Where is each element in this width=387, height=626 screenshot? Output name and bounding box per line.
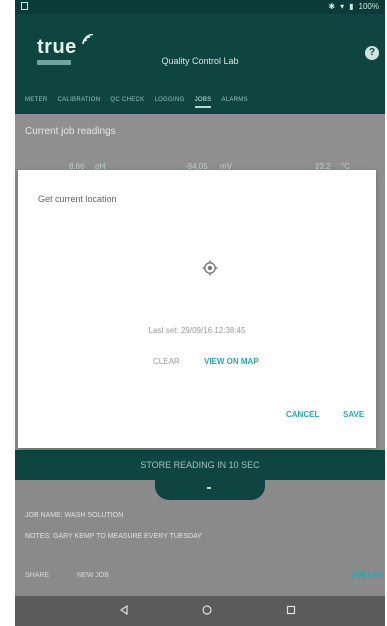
location-dialog: Get current location Last set: 29/09/16 … [18,170,376,448]
home-circle-icon[interactable] [202,605,212,615]
tab-alarms[interactable]: ALARMS [221,97,247,103]
cancel-button[interactable]: CANCEL [286,410,319,419]
dialog-title: Get current location [38,194,117,204]
back-triangle-icon[interactable] [119,605,129,615]
tab-logging[interactable]: LOGGING [154,97,184,103]
app-bar: true Quality Control Lab ? [15,14,385,86]
status-right: ✱ ▾ ▮ 100% [328,2,379,11]
share-button[interactable]: SHARE [25,572,49,579]
job-list-button[interactable]: JOB LIST [351,572,383,579]
last-set-timestamp: Last set: 29/09/16 12:38:45 [148,326,246,335]
new-job-button[interactable]: NEW JOB [77,572,109,579]
tab-bar: METER CALIBRATION QC CHECK LOGGING JOBS … [15,86,385,114]
section-title: Current job readings [25,126,116,137]
logo-waves-icon [82,34,94,45]
job-name: JOB NAME: WASH SOLUTION [25,512,124,519]
store-fab[interactable] [155,478,265,500]
help-icon[interactable]: ? [365,46,379,60]
tab-qc-check[interactable]: QC CHECK [110,97,144,103]
tab-meter[interactable]: METER [25,97,48,103]
notification-icon [21,2,28,10]
android-nav-bar [15,596,385,626]
job-actions: SHARE NEW JOB JOB LIST [15,572,385,590]
recents-square-icon[interactable] [286,605,296,615]
save-button[interactable]: SAVE [343,410,364,419]
clear-button[interactable]: CLEAR [153,357,180,366]
job-notes: NOTES: GARY KEMP TO MEASURE EVERY TUESDA… [25,533,203,540]
wifi-icon: ▾ [340,2,345,11]
battery-text: 100% [358,2,379,11]
status-bar: ✱ ▾ ▮ 100% [15,0,385,14]
app-title: Quality Control Lab [161,56,239,66]
view-on-map-button[interactable]: VIEW ON MAP [204,357,259,366]
location-target-icon[interactable] [202,260,218,276]
store-reading-bar[interactable]: STORE READING IN 10 SEC [15,450,385,480]
battery-icon: ▮ [349,2,354,11]
tab-calibration[interactable]: CALIBRATION [58,97,101,103]
bluetooth-icon: ✱ [328,2,336,11]
tab-jobs[interactable]: JOBS [194,97,212,108]
fab-indicator [207,487,211,489]
